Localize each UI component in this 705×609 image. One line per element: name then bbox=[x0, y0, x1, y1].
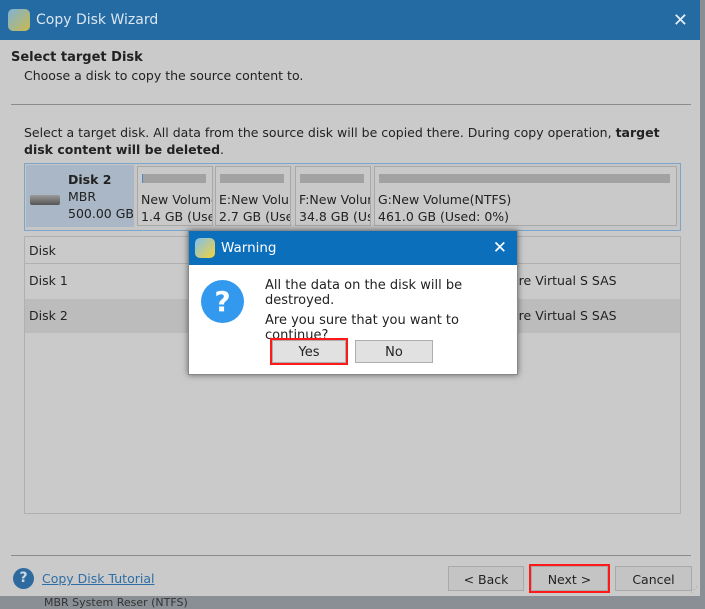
partition-info: 2.7 GB (Used bbox=[219, 209, 290, 224]
window-title: Copy Disk Wizard bbox=[36, 12, 159, 28]
disk-type: MBR bbox=[68, 189, 97, 204]
disk-cell: Disk 1 bbox=[29, 273, 68, 288]
no-button[interactable]: No bbox=[355, 340, 433, 363]
disk-cell: Disk 2 bbox=[29, 308, 68, 323]
tutorial-link[interactable]: Copy Disk Tutorial bbox=[42, 571, 154, 586]
yes-button[interactable]: Yes bbox=[270, 338, 348, 365]
cancel-button[interactable]: Cancel bbox=[615, 566, 692, 591]
next-button[interactable]: Next > bbox=[529, 564, 610, 593]
partition[interactable]: F:New Volur 34.8 GB (Us bbox=[295, 166, 371, 226]
resize-grip-icon[interactable]: ⋰ bbox=[690, 585, 698, 594]
partition-info: 461.0 GB (Used: 0%) bbox=[378, 209, 510, 224]
divider bbox=[11, 104, 691, 105]
partition-info: 34.8 GB (Us bbox=[299, 209, 371, 224]
title-bar: Copy Disk Wizard ✕ bbox=[0, 0, 700, 40]
disk-size: 500.00 GB bbox=[68, 206, 134, 221]
question-icon: ? bbox=[201, 280, 244, 323]
disk-name: Disk 2 bbox=[68, 172, 112, 187]
disk-map[interactable]: Disk 2 MBR 500.00 GB New Volume 1.4 GB (Us e… bbox=[24, 163, 681, 231]
model-cell: are Virtual S SAS bbox=[511, 273, 617, 288]
app-icon bbox=[195, 238, 215, 258]
partition-label: F:New Volur bbox=[299, 192, 371, 207]
usage-bar bbox=[142, 174, 206, 183]
partition[interactable]: G:New Volume(NTFS) 461.0 GB (Used: 0%) bbox=[374, 166, 677, 226]
dialog-title: Warning bbox=[221, 240, 277, 256]
dialog-message: All the data on the disk will be destroy… bbox=[265, 278, 463, 308]
description: Select a target disk. All data from the … bbox=[24, 124, 664, 158]
warning-dialog: Warning ✕ ? All the data on the disk wil… bbox=[188, 230, 518, 375]
back-button[interactable]: < Back bbox=[448, 566, 524, 591]
hard-drive-icon bbox=[30, 195, 60, 205]
partition-label: G:New Volume(NTFS) bbox=[378, 192, 512, 207]
dialog-title-bar: Warning ✕ bbox=[189, 231, 517, 265]
dialog-question: Are you sure that you want to continue? bbox=[265, 313, 459, 343]
dialog-close-icon[interactable]: ✕ bbox=[493, 238, 507, 258]
description-end: . bbox=[220, 142, 225, 157]
background-window-text: MBR System Reser (NTFS) bbox=[44, 596, 188, 609]
model-cell: are Virtual S SAS bbox=[511, 308, 617, 323]
page-subtitle: Choose a disk to copy the source content… bbox=[24, 68, 304, 83]
partition-label: New Volume bbox=[141, 192, 213, 207]
partition-label: E:New Volur bbox=[219, 192, 291, 207]
usage-bar bbox=[379, 174, 670, 183]
partition-info: 1.4 GB (Used bbox=[141, 209, 212, 224]
page-title: Select target Disk bbox=[11, 50, 143, 65]
partition[interactable]: E:New Volur 2.7 GB (Used bbox=[215, 166, 291, 226]
help-icon[interactable]: ? bbox=[13, 568, 34, 589]
divider bbox=[11, 555, 691, 556]
usage-bar bbox=[300, 174, 364, 183]
disk-info[interactable]: Disk 2 MBR 500.00 GB bbox=[26, 165, 134, 227]
close-icon[interactable]: ✕ bbox=[673, 10, 688, 31]
usage-bar bbox=[220, 174, 284, 183]
partition[interactable]: New Volume 1.4 GB (Used bbox=[137, 166, 213, 226]
description-text: Select a target disk. All data from the … bbox=[24, 125, 616, 140]
app-icon bbox=[8, 9, 30, 31]
